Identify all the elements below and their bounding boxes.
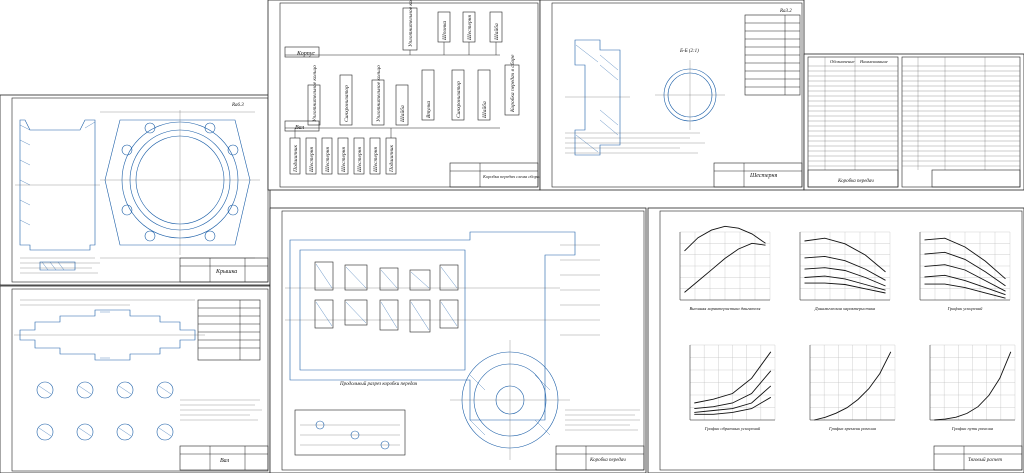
node-gearbox-label: Коробка передач в сборе [509,54,516,113]
assembly-title: Коробка передач [589,458,626,463]
sheet-gear: Ra3.2 Б-Б (2:1) Шестерня [539,0,805,191]
chart-caption: График пути разгона [951,426,994,431]
chart-caption: График обратных ускорений [704,426,761,431]
charts-title: Тяговый расчет [968,457,1002,463]
sheet-charts: Внешняя характеристика двигателя Динамиче… [647,207,1024,473]
sheet-spec: Обозначение Наименование Коробка передач [803,53,1024,191]
sheet-shaft: Вал [0,285,271,473]
scheme-title: Коробка передач схема сборки [482,174,542,179]
spec-title: Коробка передач [837,179,874,184]
sheet-assembly-scheme: Корпус Вал Уплотнительное кольцо Шпонка … [267,0,542,191]
node-synchro-label-2: Синхронизатор [344,85,350,122]
sheet-assembly: Продольный разрез коробки передач Коробк… [269,207,647,473]
sheet-cover: Ra6.3 Крышка [0,94,271,286]
node-seal-label: Уплотнительное кольцо [408,0,414,47]
node-synchro-label-3: Синхронизатор [456,81,462,118]
node-bush-label: Втулка [426,101,432,118]
node-seal-label-2: Уплотнительное кольцо [376,65,382,122]
node-washer-label-3: Шайба [481,101,488,119]
node-gear-5: Шестерня [373,147,379,173]
chart-caption: Внешняя характеристика двигателя [690,306,761,311]
spec-col1: Обозначение [830,59,854,64]
cover-roughness: Ra6.3 [231,103,244,108]
node-gear-label: Шестерня [467,15,473,41]
node-gear-1: Шестерня [309,147,315,173]
node-shaft-label: Вал [295,125,305,131]
cover-title: Крышка [215,269,237,275]
spec-col2: Наименование [859,59,888,64]
node-synchro-label-1: Уплотнительное кольцо [312,65,318,122]
chart-caption: График времени разгона [828,426,877,431]
node-gear-3: Шестерня [341,147,347,173]
node-gear-2: Шестерня [325,147,331,173]
node-key-label: Шпонка [442,21,448,41]
chart-caption: График ускорений [947,306,984,311]
assembly-caption: Продольный разрез коробки передач [339,381,418,387]
node-bearing-2: Подшипник [388,144,395,173]
shaft-title: Вал [220,458,230,464]
node-bearing-1: Подшипник [292,144,299,173]
drawings-sheet-canvas: Ra6.3 Крышка Вал Корпус Вал Уплотнительн… [0,0,1024,473]
gear-roughness: Ra3.2 [779,9,792,14]
node-gear-4: Шестерня [357,147,363,173]
node-washer-label-2: Шайба [399,105,406,123]
chart-caption: Динамическая характеристика [814,306,876,311]
gear-section-label: Б-Б (2:1) [679,49,699,54]
node-base-label: Корпус [296,51,315,57]
node-washer-label: Шайба [493,23,500,41]
gear-title: Шестерня [749,173,777,179]
